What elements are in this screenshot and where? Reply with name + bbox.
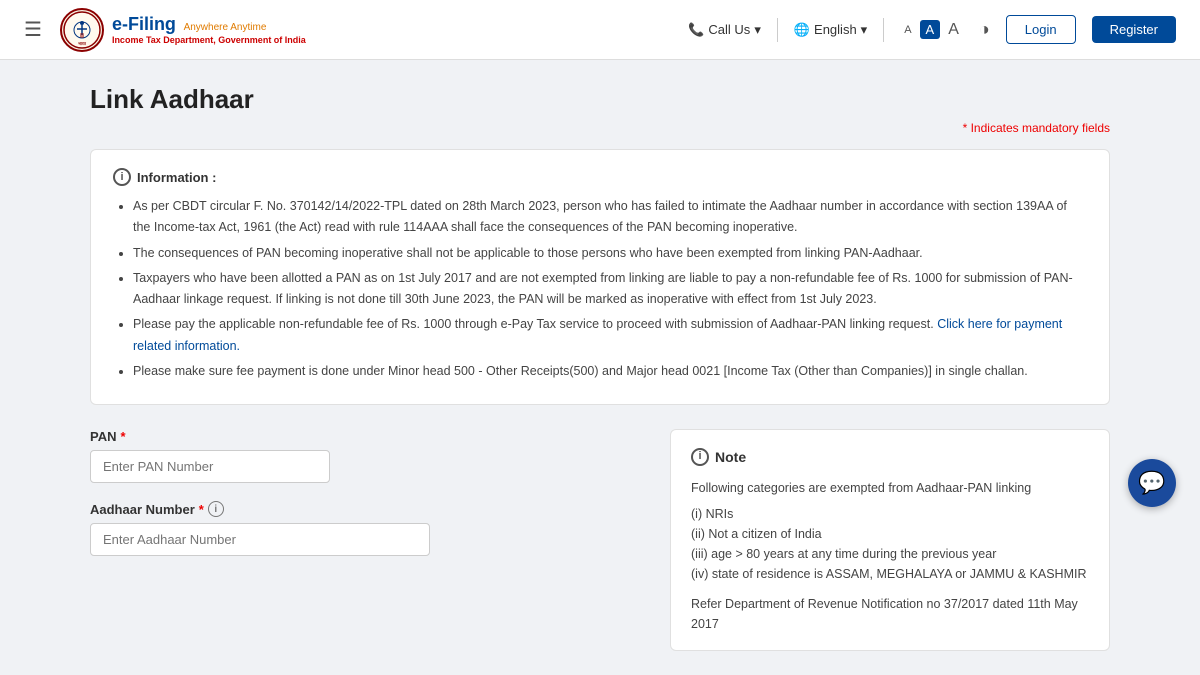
mandatory-note: * Indicates mandatory fields (90, 121, 1110, 135)
note-item-4: (iv) state of residence is ASSAM, MEGHAL… (691, 564, 1089, 584)
information-box: i Information : As per CBDT circular F. … (90, 149, 1110, 405)
main-content: Link Aadhaar * Indicates mandatory field… (50, 60, 1150, 675)
lang-chevron: ▾ (861, 22, 868, 38)
hamburger-icon[interactable]: ☰ (24, 17, 42, 42)
svg-text:भारत: भारत (78, 41, 86, 46)
form-note-section: PAN * Aadhaar Number * i i Note Followin… (90, 429, 1110, 651)
note-item-1: (i) NRIs (691, 504, 1089, 524)
pan-required-star: * (120, 429, 125, 444)
info-bullet-5: Please make sure fee payment is done und… (133, 361, 1087, 382)
logo-efiling: e-Filing Anywhere Anytime (112, 14, 306, 35)
logo-area: भारत e-Filing Anywhere Anytime Income Ta… (60, 8, 306, 52)
note-header: i Note (691, 446, 1089, 468)
pan-label: PAN * (90, 429, 650, 444)
header-left: ☰ भारत e-Filing Anywhere Anytime (24, 8, 306, 52)
header-right: 📞 Call Us ▾ 🌐 English ▾ A A A ◑ Login Re… (688, 15, 1176, 44)
lang-label: English (814, 22, 857, 37)
info-bullet-2: The consequences of PAN becoming inopera… (133, 243, 1087, 264)
emblem-icon: भारत (60, 8, 104, 52)
aadhaar-input[interactable] (90, 523, 430, 556)
info-list: As per CBDT circular F. No. 370142/14/20… (113, 196, 1087, 382)
header: ☰ भारत e-Filing Anywhere Anytime (0, 0, 1200, 60)
aadhaar-tooltip-icon[interactable]: i (208, 501, 224, 517)
login-button[interactable]: Login (1006, 15, 1076, 44)
language-selector[interactable]: 🌐 English ▾ (794, 22, 867, 38)
pan-form-group: PAN * (90, 429, 650, 483)
note-info-icon: i (691, 448, 709, 466)
chat-button[interactable]: 💬 (1128, 459, 1176, 507)
info-header: i Information : (113, 168, 1087, 186)
info-bullet-1: As per CBDT circular F. No. 370142/14/20… (133, 196, 1087, 239)
aadhaar-label: Aadhaar Number * i (90, 501, 650, 517)
font-controls: A A A (900, 19, 963, 41)
header-separator-1 (777, 18, 778, 42)
note-box: i Note Following categories are exempted… (670, 429, 1110, 651)
register-button[interactable]: Register (1092, 16, 1176, 43)
call-us-chevron: ▾ (754, 22, 761, 38)
mandatory-text: Indicates mandatory fields (971, 121, 1110, 135)
note-title: Note (715, 446, 746, 468)
phone-icon: 📞 (688, 22, 704, 38)
info-bullet-4-text: Please pay the applicable non-refundable… (133, 317, 937, 331)
form-section: PAN * Aadhaar Number * i (90, 429, 650, 651)
header-separator-2 (883, 18, 884, 42)
call-us-label: Call Us (708, 22, 750, 37)
font-decrease-button[interactable]: A (900, 22, 915, 38)
pan-input[interactable] (90, 450, 330, 483)
mandatory-asterisk: * (963, 121, 971, 135)
note-item-2: (ii) Not a citizen of India (691, 524, 1089, 544)
aadhaar-required-star: * (199, 502, 204, 517)
info-bullet-3: Taxpayers who have been allotted a PAN a… (133, 268, 1087, 311)
font-increase-button[interactable]: A (944, 19, 963, 41)
page-title: Link Aadhaar (90, 84, 1110, 115)
info-title: Information : (137, 170, 216, 185)
globe-icon: 🌐 (794, 22, 810, 38)
chat-icon: 💬 (1138, 470, 1165, 496)
call-us-button[interactable]: 📞 Call Us ▾ (688, 22, 761, 38)
logo-subtitle: Income Tax Department, Government of Ind… (112, 35, 306, 45)
contrast-toggle-button[interactable]: ◑ (979, 19, 990, 40)
info-bullet-4: Please pay the applicable non-refundable… (133, 314, 1087, 357)
note-item-3: (iii) age > 80 years at any time during … (691, 544, 1089, 564)
logo-text-area: e-Filing Anywhere Anytime Income Tax Dep… (112, 14, 306, 45)
font-default-button[interactable]: A (920, 20, 941, 39)
note-intro: Following categories are exempted from A… (691, 478, 1089, 498)
info-icon: i (113, 168, 131, 186)
aadhaar-form-group: Aadhaar Number * i (90, 501, 650, 556)
note-footer: Refer Department of Revenue Notification… (691, 594, 1089, 634)
